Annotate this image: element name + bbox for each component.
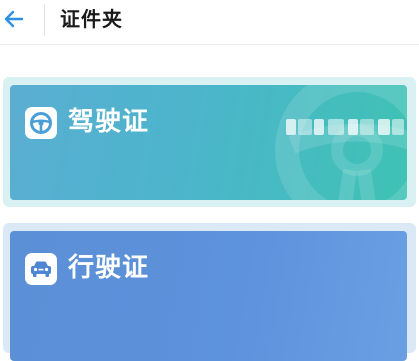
vehicle-license-card[interactable]: 行驶证 <box>10 231 407 361</box>
top-bar: 证件夹 <box>0 0 419 45</box>
header-divider <box>44 4 45 36</box>
steering-wheel-icon <box>30 112 52 134</box>
vehicle-license-label: 行驶证 <box>68 253 150 283</box>
vehicle-license-icon-badge <box>25 253 57 285</box>
masked-license-number <box>286 119 406 135</box>
car-icon <box>31 261 51 277</box>
steering-wheel-watermark-icon <box>275 85 407 200</box>
driver-license-label: 驾驶证 <box>68 107 150 137</box>
page-title: 证件夹 <box>60 7 123 31</box>
back-button[interactable] <box>2 7 26 31</box>
arrow-left-icon <box>4 10 24 28</box>
driver-license-icon-badge <box>25 107 57 139</box>
driver-license-card[interactable]: 驾驶证 <box>10 85 407 200</box>
